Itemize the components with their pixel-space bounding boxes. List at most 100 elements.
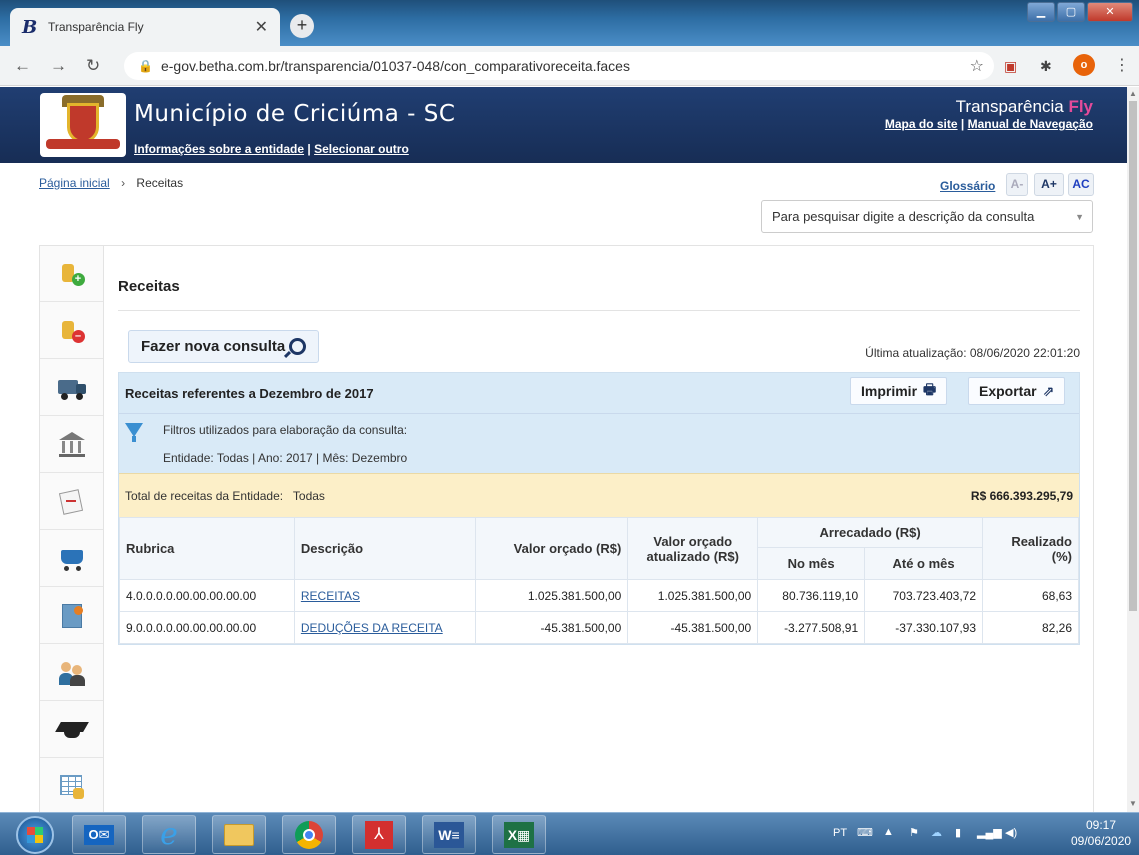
scroll-thumb[interactable] bbox=[1129, 101, 1137, 611]
power-icon[interactable]: ▮ bbox=[955, 826, 961, 839]
glossary-link[interactable]: Glossário bbox=[940, 179, 995, 193]
cell-rubrica: 9.0.0.0.0.00.00.00.00.00 bbox=[119, 611, 295, 644]
maximize-button[interactable]: ▢ bbox=[1057, 2, 1085, 22]
scroll-down-icon[interactable]: ▼ bbox=[1129, 799, 1137, 808]
betha-logo-icon: B bbox=[22, 16, 38, 38]
sidebar-item-patrimonio[interactable] bbox=[40, 417, 103, 473]
start-button[interactable] bbox=[16, 816, 54, 854]
header-ate-mes[interactable]: Até o mês bbox=[864, 547, 984, 580]
ie-taskbar-button[interactable]: e bbox=[142, 815, 196, 854]
action-center-flag-icon[interactable]: ⚑ bbox=[909, 826, 919, 839]
coins-remove-icon: – bbox=[58, 317, 86, 345]
clock-time: 09:17 bbox=[1085, 818, 1117, 832]
close-tab-icon[interactable]: ✕ bbox=[255, 17, 268, 37]
sidebar: + – bbox=[40, 246, 104, 812]
header-descricao[interactable]: Descrição bbox=[293, 517, 477, 580]
excel-taskbar-button[interactable]: X▦ bbox=[492, 815, 546, 854]
sidebar-item-educacao[interactable] bbox=[40, 702, 103, 758]
manual-link[interactable]: Manual de Navegação bbox=[968, 117, 1093, 131]
word-icon: W≡ bbox=[434, 821, 464, 848]
bank-icon bbox=[58, 431, 86, 459]
header-valor-atualizado[interactable]: Valor orçado atualizado (R$) bbox=[627, 517, 759, 580]
results-panel-header: Receitas referentes a Dezembro de 2017 I… bbox=[119, 373, 1079, 413]
deducoes-link[interactable]: DEDUÇÕES DA RECEITA bbox=[301, 621, 443, 635]
page-scrollbar[interactable]: ▲ ▼ bbox=[1127, 87, 1139, 812]
acrobat-taskbar-button[interactable]: ⅄ bbox=[352, 815, 406, 854]
export-button[interactable]: Exportar ⇗ bbox=[968, 377, 1066, 405]
cell-valor-orcado: 1.025.381.500,00 bbox=[475, 579, 629, 612]
excel-icon: X▦ bbox=[504, 821, 534, 848]
breadcrumb-home-link[interactable]: Página inicial bbox=[39, 176, 110, 190]
sidebar-item-pessoal[interactable] bbox=[40, 645, 103, 701]
filter-funnel-icon bbox=[125, 423, 143, 437]
print-button[interactable]: Imprimir 🖶 bbox=[850, 377, 948, 405]
bookmark-star-icon[interactable]: ☆ bbox=[970, 56, 984, 76]
show-hidden-icons-icon[interactable]: ▲ bbox=[883, 826, 894, 838]
browser-menu-icon[interactable]: ⋮ bbox=[1114, 55, 1130, 75]
scroll-up-icon[interactable]: ▲ bbox=[1129, 89, 1137, 98]
results-panel: Receitas referentes a Dezembro de 2017 I… bbox=[118, 372, 1080, 645]
content-box: + – Receitas Fazer nova consulta Última … bbox=[39, 245, 1094, 812]
total-bar: Total de receitas da Entidade: Todas R$ … bbox=[119, 473, 1079, 517]
volume-icon[interactable]: ◀) bbox=[1005, 826, 1017, 839]
transparencia-fly-brand: Transparência Fly bbox=[955, 97, 1093, 116]
header-rubrica[interactable]: Rubrica bbox=[119, 517, 295, 580]
explorer-taskbar-button[interactable] bbox=[212, 815, 266, 854]
extensions-icon[interactable]: ✱ bbox=[1040, 58, 1052, 75]
url-input[interactable]: 🔒 e-gov.betha.com.br/transparencia/01037… bbox=[124, 52, 994, 80]
font-increase-button[interactable]: A+ bbox=[1034, 173, 1064, 196]
query-search-select[interactable]: Para pesquisar digite a descrição da con… bbox=[761, 200, 1093, 233]
header-no-mes[interactable]: No mês bbox=[757, 547, 866, 580]
pdf-extension-icon[interactable]: ▣ bbox=[1004, 58, 1017, 75]
font-decrease-button[interactable]: A- bbox=[1006, 173, 1028, 196]
back-icon[interactable]: ← bbox=[14, 56, 31, 76]
sidebar-item-receitas[interactable]: + bbox=[40, 246, 103, 302]
outlook-taskbar-button[interactable]: O✉ bbox=[72, 815, 126, 854]
chrome-taskbar-button[interactable] bbox=[282, 815, 336, 854]
reload-icon[interactable]: ↻ bbox=[86, 56, 100, 76]
cell-valor-atualizado: 1.025.381.500,00 bbox=[627, 579, 759, 612]
receitas-link[interactable]: RECEITAS bbox=[301, 589, 360, 603]
forward-icon[interactable]: → bbox=[50, 56, 67, 76]
total-value: R$ 666.393.295,79 bbox=[970, 489, 1073, 503]
breadcrumb: Página inicial › Receitas bbox=[39, 176, 183, 190]
truck-icon bbox=[57, 374, 86, 402]
sidebar-item-licitacoes[interactable] bbox=[40, 531, 103, 587]
sidebar-item-relatorios[interactable] bbox=[40, 759, 103, 812]
lock-icon: 🔒 bbox=[138, 59, 153, 73]
language-indicator[interactable]: PT bbox=[833, 827, 847, 839]
close-window-button[interactable]: ✕ bbox=[1087, 2, 1133, 22]
query-search-placeholder: Para pesquisar digite a descrição da con… bbox=[772, 209, 1035, 224]
sidebar-item-contratos[interactable] bbox=[40, 474, 103, 530]
tab-title: Transparência Fly bbox=[48, 20, 144, 34]
entity-info-link[interactable]: Informações sobre a entidade bbox=[134, 142, 304, 156]
sidebar-item-convenios[interactable] bbox=[40, 588, 103, 644]
minimize-button[interactable]: ▁ bbox=[1027, 2, 1055, 22]
new-query-button[interactable]: Fazer nova consulta bbox=[128, 330, 320, 363]
cell-no-mes: -3.277.508,91 bbox=[757, 611, 866, 644]
word-taskbar-button[interactable]: W≡ bbox=[422, 815, 476, 854]
shopping-cart-icon bbox=[58, 545, 86, 573]
header-realizado[interactable]: Realizado (%) bbox=[982, 517, 1079, 580]
onedrive-icon[interactable]: ☁ bbox=[931, 826, 942, 839]
profile-avatar[interactable]: o bbox=[1073, 54, 1095, 76]
sitemap-link[interactable]: Mapa do site bbox=[885, 117, 958, 131]
last-update-text: Última atualização: 08/06/2020 22:01:20 bbox=[865, 346, 1080, 360]
browser-tab[interactable]: B Transparência Fly ✕ bbox=[10, 8, 280, 46]
contrast-button[interactable]: AC bbox=[1068, 173, 1094, 196]
window-controls: ▁ ▢ ✕ bbox=[1027, 2, 1133, 22]
network-icon[interactable]: ▂▄▆ bbox=[977, 826, 1002, 839]
keyboard-icon[interactable]: ⌨ bbox=[857, 826, 873, 839]
browser-title-bar: B Transparência Fly ✕ + ▁ ▢ ✕ bbox=[0, 0, 1139, 46]
page-title: Receitas bbox=[118, 278, 180, 295]
new-tab-button[interactable]: + bbox=[290, 14, 314, 38]
sidebar-item-compras[interactable] bbox=[40, 360, 103, 416]
header-valor-orcado[interactable]: Valor orçado (R$) bbox=[475, 517, 629, 580]
taskbar-clock[interactable]: 09:17 09/06/2020 bbox=[1071, 817, 1131, 849]
sidebar-item-despesas[interactable]: – bbox=[40, 303, 103, 359]
spreadsheet-coins-icon bbox=[58, 773, 86, 801]
windows-taskbar: O✉ e ⅄ W≡ X▦ PT ⌨ ▲ ⚑ ☁ ▮ ▂▄▆ ◀) 09:17 0… bbox=[0, 812, 1139, 855]
people-icon bbox=[58, 659, 86, 687]
header-arrecadado: Arrecadado (R$) bbox=[757, 517, 984, 548]
select-other-link[interactable]: Selecionar outro bbox=[314, 142, 409, 156]
